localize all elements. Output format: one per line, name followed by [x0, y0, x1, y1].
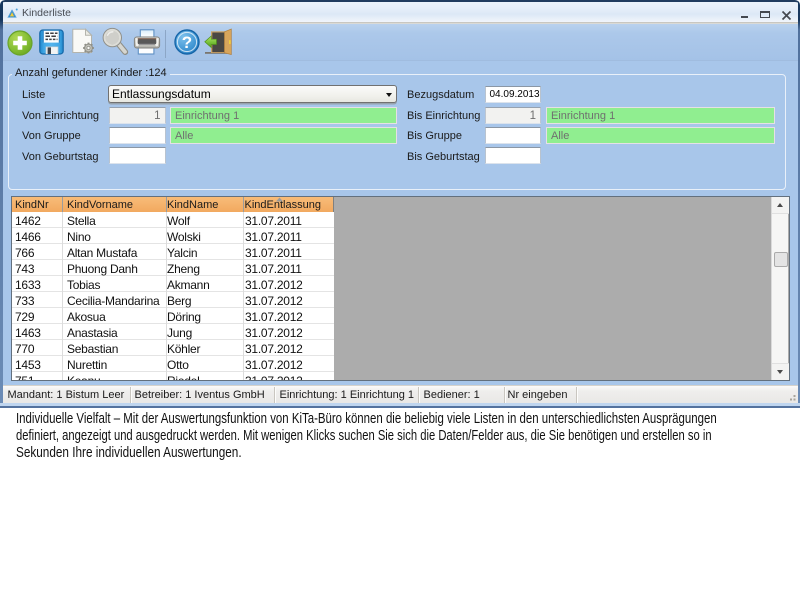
- svg-text:?: ?: [182, 33, 192, 52]
